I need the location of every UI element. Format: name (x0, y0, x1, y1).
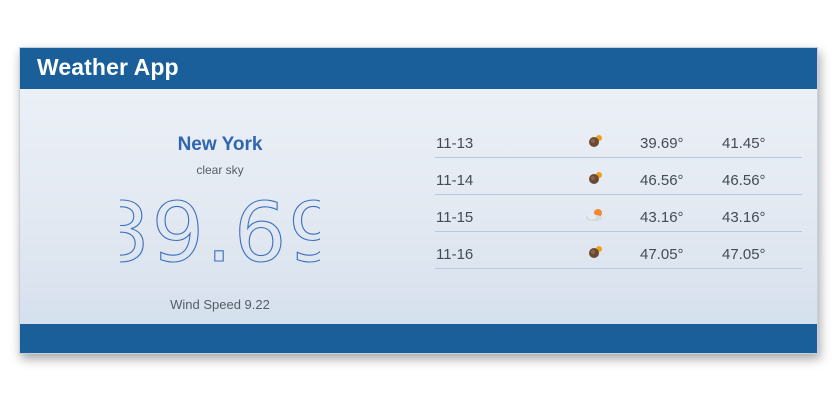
forecast-date: 11-15 (436, 209, 474, 226)
clear-sky-icon (585, 244, 605, 260)
weather-app-window: Weather App New York clear sky 39.69 Win… (19, 47, 818, 354)
forecast-row: 11-13 39.69° 41.45° (435, 128, 802, 158)
forecast-min-temp: 47.05° (640, 246, 684, 263)
app-title: Weather App (37, 54, 179, 80)
forecast-min-temp: 39.69° (640, 135, 684, 152)
app-footer (20, 324, 817, 353)
forecast-min-temp: 43.16° (640, 209, 684, 226)
current-temperature: 39.69 (80, 183, 360, 273)
forecast-date: 11-16 (436, 246, 474, 263)
forecast-min-temp: 46.56° (640, 172, 684, 189)
current-temperature-display: 39.69 (120, 185, 320, 273)
current-temperature-value: 39.69 (120, 186, 320, 273)
forecast-max-temp: 41.45° (722, 135, 766, 152)
clear-sky-icon (585, 170, 605, 186)
city-name: New York (177, 134, 263, 155)
app-header: Weather App (20, 48, 817, 89)
forecast-date: 11-14 (436, 172, 474, 189)
current-weather-panel: New York clear sky 39.69 Wind Speed 9.22 (80, 89, 360, 325)
forecast-date: 11-13 (436, 135, 474, 152)
forecast-list: 11-13 39.69° 41.45° 11-14 46.56° 46.56° … (435, 128, 802, 269)
forecast-max-temp: 46.56° (722, 172, 766, 189)
forecast-max-temp: 47.05° (722, 246, 766, 263)
forecast-row: 11-15 43.16° 43.16° (435, 195, 802, 232)
forecast-row: 11-16 47.05° 47.05° (435, 232, 802, 269)
forecast-max-temp: 43.16° (722, 209, 766, 226)
wind-speed: Wind Speed 9.22 (170, 297, 270, 312)
clear-sky-icon (585, 133, 605, 149)
few-clouds-icon (585, 207, 605, 223)
weather-description: clear sky (196, 163, 244, 177)
forecast-row: 11-14 46.56° 46.56° (435, 158, 802, 195)
